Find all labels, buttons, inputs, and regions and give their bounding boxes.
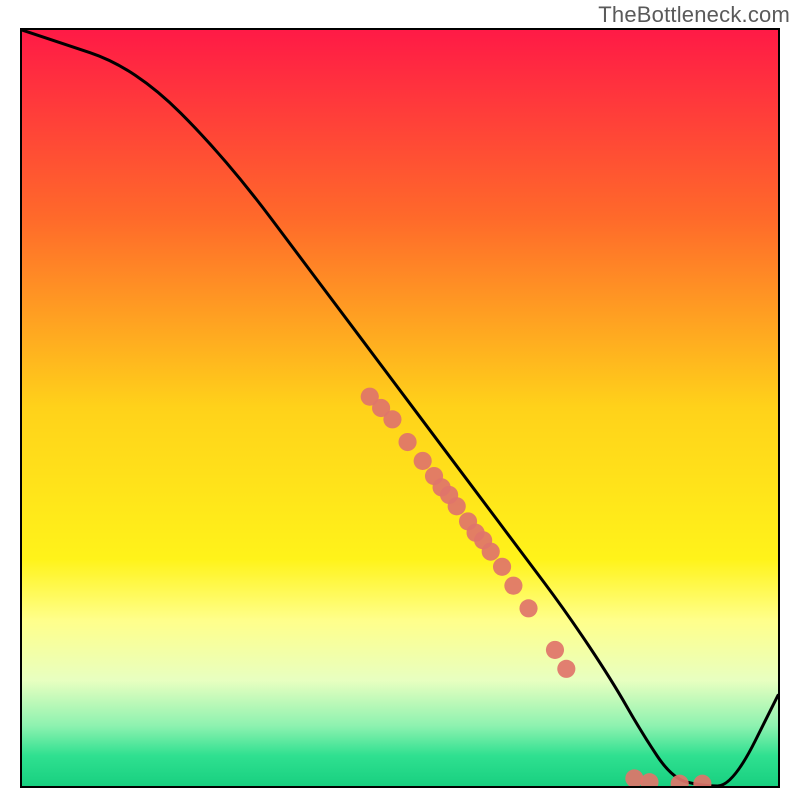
plot-svg — [22, 30, 778, 786]
data-point — [448, 497, 466, 515]
points-layer — [361, 388, 712, 786]
chart-stage: TheBottleneck.com — [0, 0, 800, 800]
curve-layer — [22, 30, 778, 786]
data-point — [640, 773, 658, 786]
data-point — [493, 558, 511, 576]
data-point — [482, 543, 500, 561]
data-point — [383, 410, 401, 428]
data-point — [398, 433, 416, 451]
data-point — [546, 641, 564, 659]
watermark-text: TheBottleneck.com — [598, 2, 790, 28]
bottleneck-curve-path — [22, 30, 778, 786]
data-point — [557, 660, 575, 678]
data-point — [504, 577, 522, 595]
plot-frame — [20, 28, 780, 788]
data-point — [519, 599, 537, 617]
data-point — [693, 775, 711, 786]
data-point — [414, 452, 432, 470]
